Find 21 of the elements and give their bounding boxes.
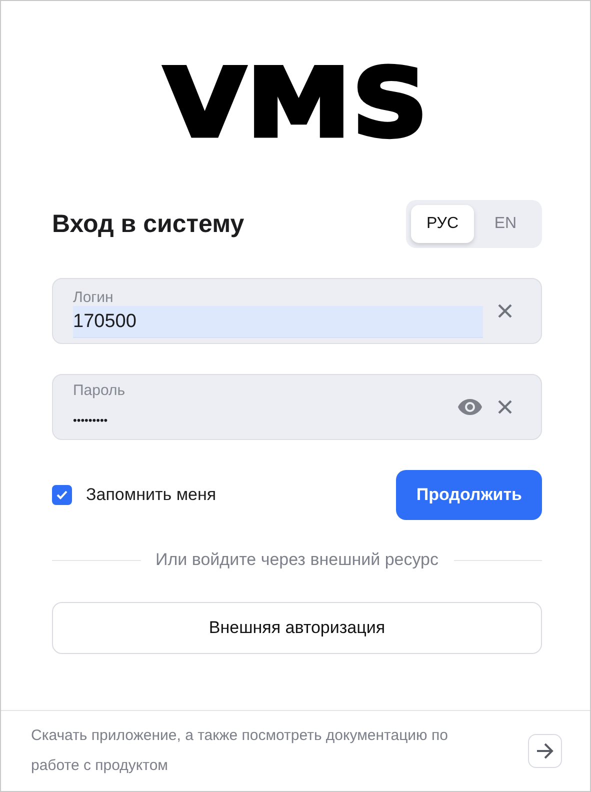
field-label: Логин: [73, 288, 114, 306]
divider-text: Или войдите через внешний ресурс: [156, 550, 438, 570]
show-password-icon[interactable]: [457, 398, 483, 416]
checkbox-label: Запомнить меня: [86, 485, 216, 505]
arrow-icon: [535, 742, 555, 760]
clear-icon[interactable]: [497, 303, 513, 319]
arrow-button[interactable]: [528, 734, 562, 768]
field-value: •••••••••: [73, 414, 108, 428]
input-field[interactable]: Логин 170500: [52, 278, 542, 344]
logo: VMS: [164, 56, 430, 150]
language-tab[interactable]: РУС: [411, 205, 474, 243]
check-icon: [56, 490, 68, 500]
field-value: 170500: [73, 306, 483, 338]
continue-button[interactable]: Продолжить: [396, 470, 542, 520]
external-auth-button[interactable]: Внешняя авторизация: [52, 602, 542, 654]
page-title: Вход в систему: [52, 210, 244, 238]
field-label: Пароль: [73, 382, 126, 398]
checkbox[interactable]: [52, 485, 72, 505]
input-field[interactable]: Пароль •••••••••: [52, 374, 542, 440]
footer-text: Скачать приложение, а также посмотреть документацию по работе с продуктом: [31, 726, 449, 776]
clear-icon[interactable]: [497, 399, 513, 415]
